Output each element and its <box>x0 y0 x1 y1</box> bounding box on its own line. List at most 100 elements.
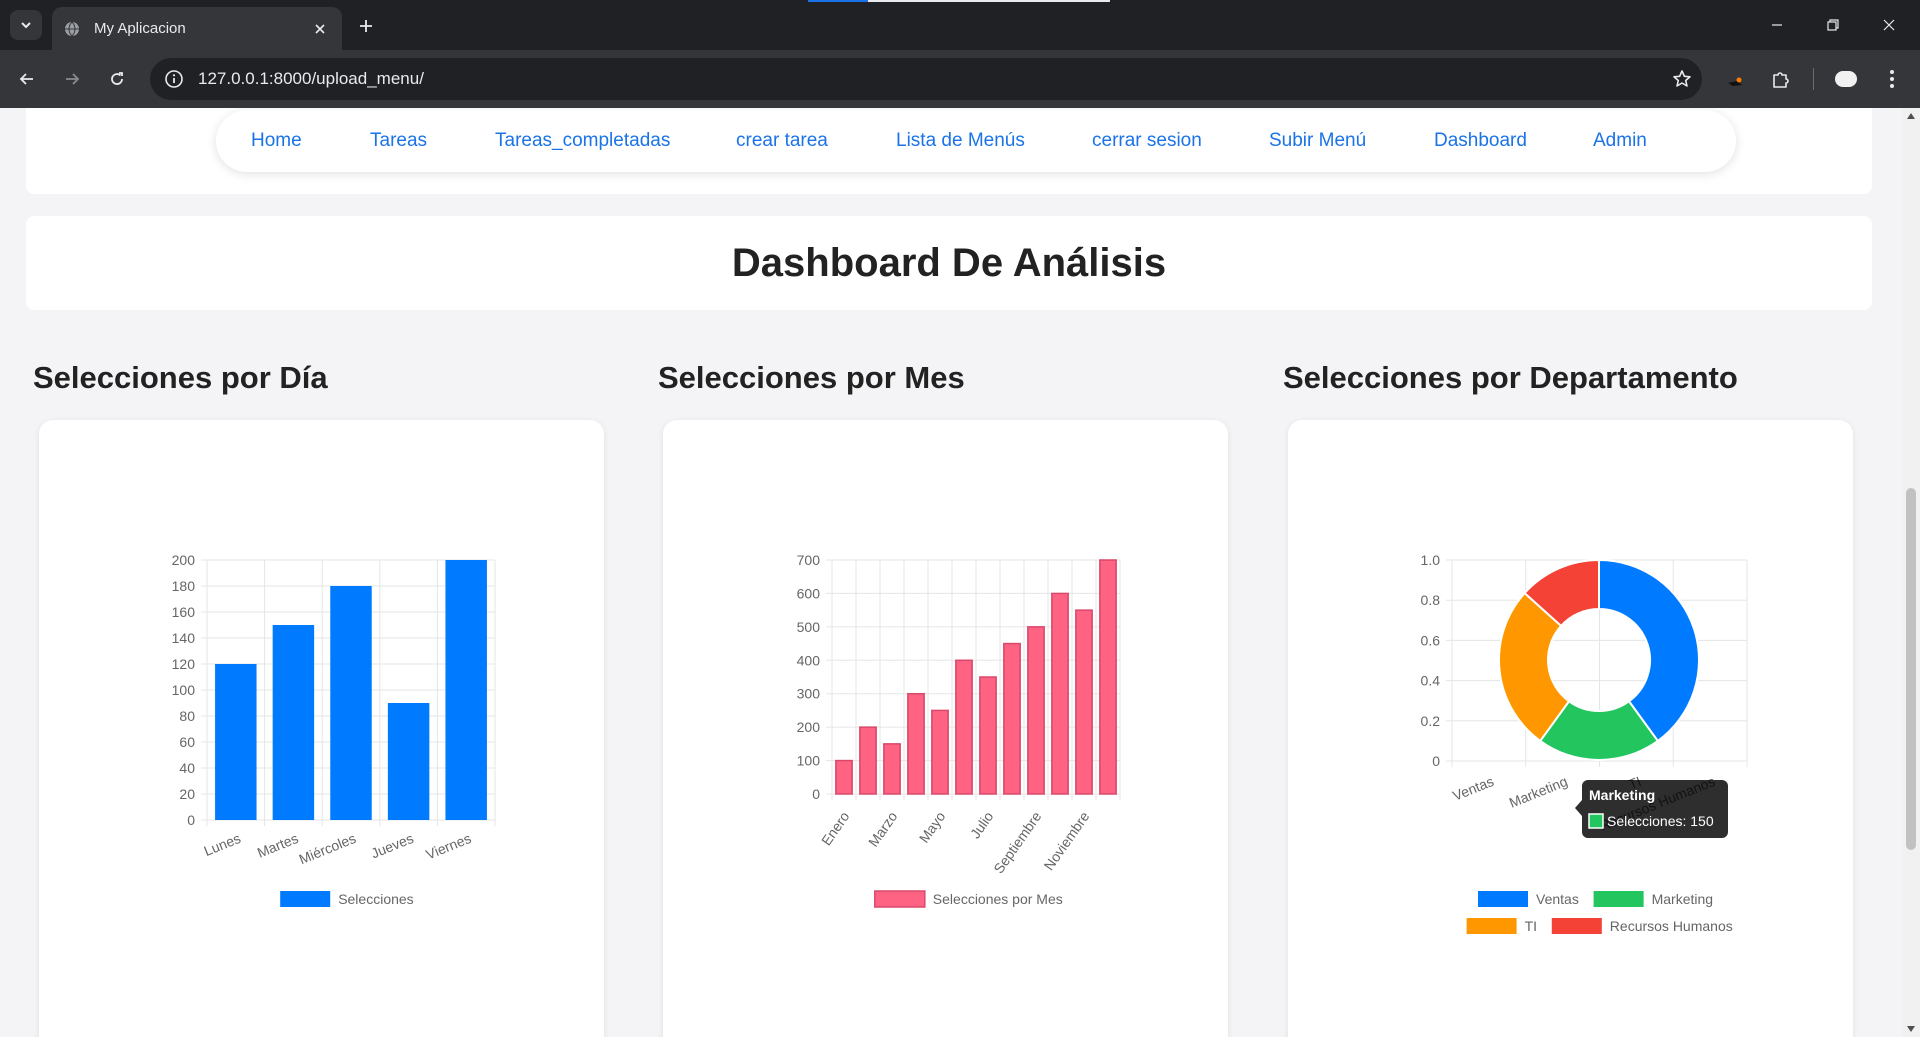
tooltip-label: Selecciones: 150 <box>1607 813 1714 829</box>
bar-chart-mes: 0 100 200 300 400 500 600 700 Enero Marzo Mayo Juli… <box>797 552 1121 908</box>
tab-title: My Aplicacion <box>94 20 186 37</box>
y-tick-label: 300 <box>797 686 821 702</box>
new-tab-button[interactable] <box>352 12 380 40</box>
chevron-down-icon <box>21 22 31 29</box>
y-tick-label: 120 <box>172 656 196 672</box>
nav-link-dashboard[interactable]: Dashboard <box>1434 130 1527 152</box>
chart-card-departamento: 0 0.2 0.4 0.6 0.8 1.0 Ventas Marketing TI Recurso… <box>1288 420 1853 1037</box>
x-tick-label: Viernes <box>424 830 474 863</box>
y-tick-label: 0 <box>1432 753 1440 769</box>
browser-toolbar: 127.0.0.1:8000/upload_menu/ <box>0 50 1920 108</box>
title-card: Dashboard De Análisis <box>26 216 1872 310</box>
profile-avatar[interactable] <box>1831 64 1861 94</box>
legend-label: Marketing <box>1652 891 1713 907</box>
close-icon <box>1883 19 1895 31</box>
kebab-menu-icon <box>1890 70 1894 88</box>
section-title-mes: Selecciones por Mes <box>658 360 965 395</box>
x-tick-label: Martes <box>255 830 301 861</box>
extension-icon[interactable] <box>1720 64 1750 94</box>
tab-search-button[interactable] <box>10 10 42 40</box>
legend-label: TI <box>1525 918 1537 934</box>
y-tick-label: 200 <box>172 552 196 568</box>
info-icon[interactable] <box>164 69 184 89</box>
arrow-left-icon <box>19 73 33 85</box>
bar <box>1003 642 1021 795</box>
x-tick-label: Marzo <box>865 808 901 849</box>
page-viewport: Home Tareas Tareas_completadas crear tar… <box>0 108 1920 1037</box>
bar <box>859 726 877 795</box>
bar <box>330 586 372 820</box>
page-scrollbar[interactable] <box>1902 108 1920 1037</box>
puzzle-icon[interactable] <box>1766 64 1796 94</box>
close-window-button[interactable] <box>1861 0 1917 50</box>
y-tick-label: 0.8 <box>1421 592 1441 608</box>
nav-link-crear-tarea[interactable]: crear tarea <box>736 130 828 152</box>
address-bar[interactable]: 127.0.0.1:8000/upload_menu/ <box>150 58 1702 100</box>
nav-link-subir-menu[interactable]: Subir Menú <box>1269 130 1366 152</box>
bar <box>955 659 973 795</box>
loading-indicator <box>808 0 1110 2</box>
y-tick-label: 0.6 <box>1421 632 1441 648</box>
y-tick-label: 500 <box>797 619 821 635</box>
avatar-icon <box>1835 71 1857 87</box>
bar <box>272 625 315 820</box>
chart-card-mes: 0 100 200 300 400 500 600 700 Enero Marzo Mayo Juli… <box>663 420 1228 1037</box>
y-tick-label: 100 <box>797 753 821 769</box>
y-tick-label: 60 <box>179 734 195 750</box>
close-tab-icon[interactable] <box>310 19 330 39</box>
reload-icon <box>111 72 123 85</box>
nav-link-tareas-completadas[interactable]: Tareas_completadas <box>495 130 670 152</box>
forward-button[interactable] <box>57 64 87 94</box>
legend-swatch <box>1478 891 1528 907</box>
tooltip-swatch <box>1588 813 1604 829</box>
reload-button[interactable] <box>102 64 132 94</box>
tooltip-caret <box>1575 800 1582 816</box>
y-tick-label: 40 <box>179 760 195 776</box>
nav-link-lista-menus[interactable]: Lista de Menús <box>896 130 1025 152</box>
donut-chart-departamento: 0 0.2 0.4 0.6 0.8 1.0 Ventas Marketing TI Recurso… <box>1421 552 1748 934</box>
legend-swatch <box>1593 891 1644 907</box>
y-tick-label: 400 <box>797 652 821 668</box>
bar <box>445 560 487 820</box>
bar <box>1099 559 1117 795</box>
x-tick-label: Ventas <box>1450 773 1496 804</box>
scroll-up-arrow-icon[interactable] <box>1905 110 1917 122</box>
nav-link-admin[interactable]: Admin <box>1593 130 1647 152</box>
bookmark-star-icon[interactable] <box>1662 59 1702 99</box>
url-text: 127.0.0.1:8000/upload_menu/ <box>198 69 424 88</box>
legend-swatch <box>874 890 926 908</box>
x-tick-label: Miércoles <box>297 830 359 867</box>
restore-icon <box>1827 19 1839 31</box>
bar <box>1051 592 1069 795</box>
scrollbar-thumb[interactable] <box>1906 488 1916 850</box>
x-tick-label: Mayo <box>916 808 949 845</box>
y-tick-label: 0 <box>187 812 195 828</box>
site-header: Home Tareas Tareas_completadas crear tar… <box>26 108 1872 194</box>
bar <box>835 759 853 795</box>
bar <box>931 709 949 795</box>
menu-button[interactable] <box>1877 64 1907 94</box>
bar <box>1075 609 1093 795</box>
toolbar-separator <box>1813 68 1814 90</box>
x-tick-label: Marketing <box>1507 773 1570 811</box>
browser-tab[interactable]: My Aplicacion <box>52 7 342 50</box>
nav-link-home[interactable]: Home <box>251 130 302 152</box>
x-tick-label: Septiembre <box>990 808 1044 876</box>
tooltip-title: Marketing <box>1589 787 1655 803</box>
nav-link-tareas[interactable]: Tareas <box>370 130 427 152</box>
x-tick-label: Enero <box>818 808 853 848</box>
bar <box>387 703 430 820</box>
plus-icon <box>360 20 372 32</box>
minimize-button[interactable] <box>1749 0 1805 50</box>
globe-icon <box>64 21 80 37</box>
bar-chart-dia: 0 20 40 60 80 100 120 140 160 180 200 Lunes MartesMi… <box>172 552 496 907</box>
nav-link-cerrar-sesion[interactable]: cerrar sesion <box>1092 130 1202 152</box>
browser-tab-bar: My Aplicacion <box>0 0 1920 50</box>
scroll-down-arrow-icon[interactable] <box>1905 1023 1917 1035</box>
back-button[interactable] <box>12 64 42 94</box>
x-tick-label: Julio <box>967 808 997 841</box>
restore-button[interactable] <box>1805 0 1861 50</box>
arrow-right-icon <box>66 73 80 85</box>
y-tick-label: 0.4 <box>1421 673 1441 689</box>
x-tick-label: Lunes <box>202 830 243 859</box>
